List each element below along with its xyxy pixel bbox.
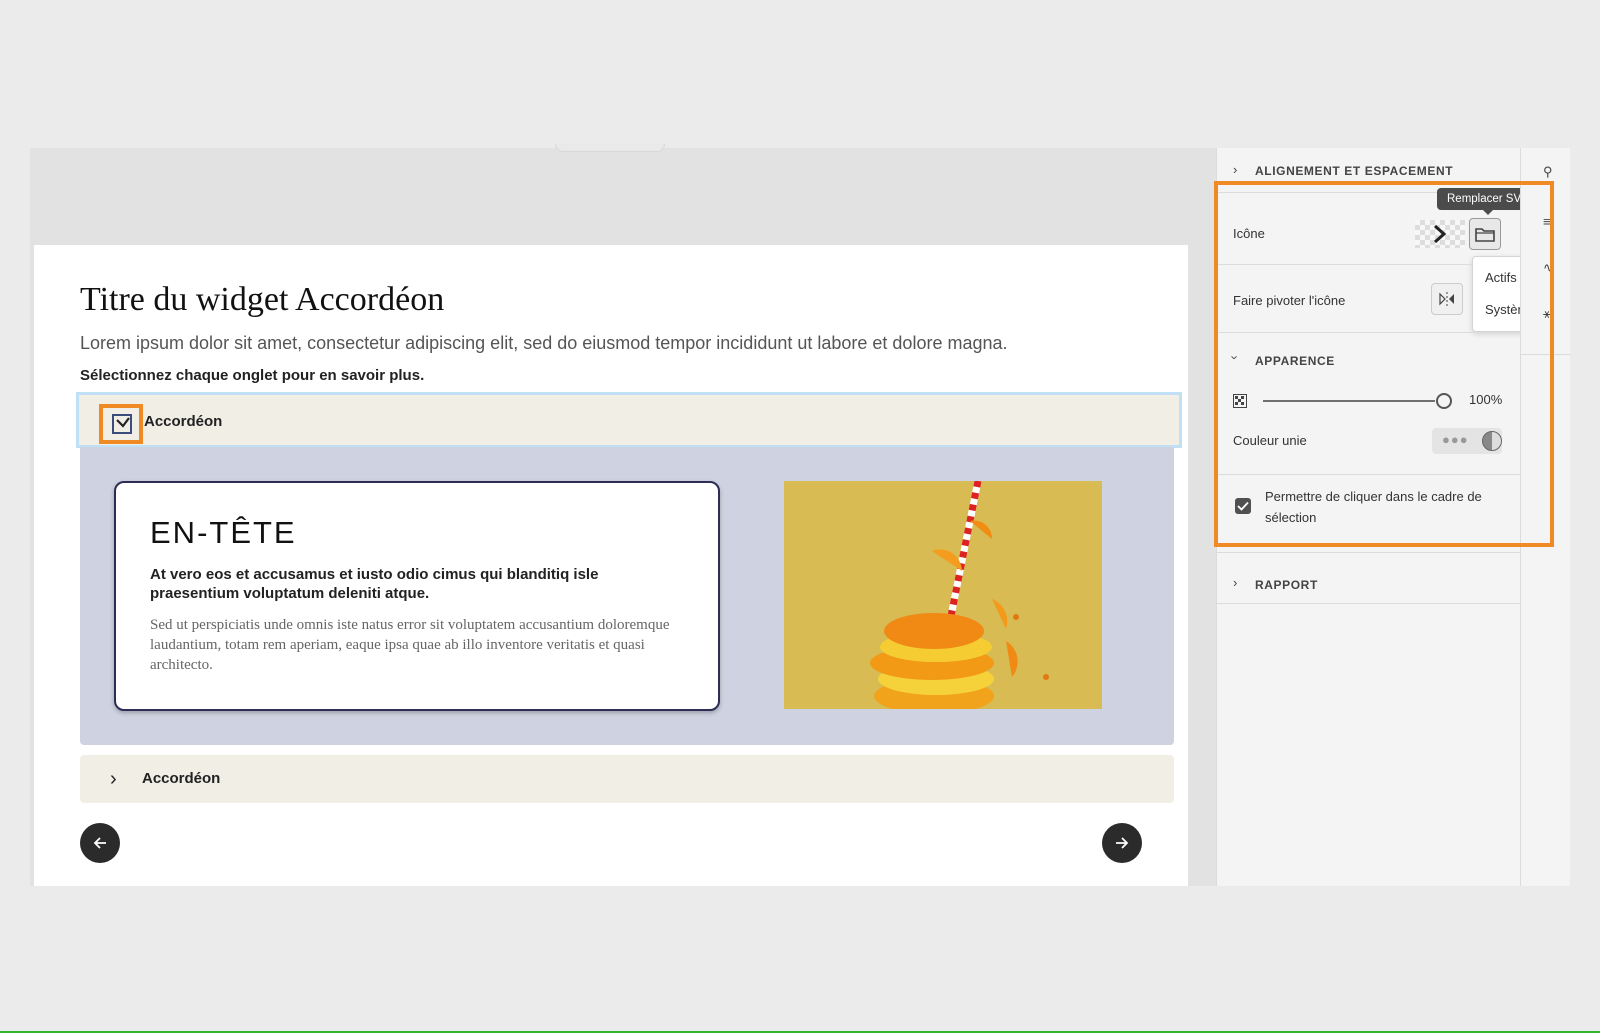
checkbox-icon[interactable] (112, 414, 132, 434)
section-report[interactable]: RAPPORT (1255, 578, 1318, 592)
solid-color-label: Couleur unie (1233, 433, 1307, 448)
align-icon[interactable]: ≡ (1543, 214, 1551, 229)
checkerboard-icon (1233, 394, 1247, 413)
slide-description: Lorem ipsum dolor sit amet, consectetur … (80, 333, 1008, 353)
rail-divider (1521, 354, 1571, 355)
prev-button[interactable] (80, 823, 120, 863)
divider (1217, 603, 1521, 604)
orange-photo (784, 481, 1102, 709)
slide-instruction: Sélectionnez chaque onglet pour en savoi… (80, 367, 425, 384)
accordion-panel-1: EN-TÊTE At vero eos et accusamus et iust… (80, 447, 1174, 745)
divider (1217, 332, 1521, 333)
color-swatch-icon[interactable] (1482, 431, 1502, 451)
accordion-label-1: Accordéon (144, 413, 223, 430)
divider (1217, 264, 1472, 265)
opacity-slider-track[interactable] (1263, 400, 1435, 402)
folder-icon (1475, 228, 1495, 242)
checkmark-icon (1237, 501, 1249, 511)
person-icon[interactable]: ⚹ (1543, 306, 1551, 322)
more-icon: ●●● (1442, 432, 1469, 447)
chevron-right-icon[interactable]: › (1233, 162, 1237, 177)
card-body: Sed ut perspiciatis unde omnis iste natu… (150, 617, 670, 673)
icon-preview[interactable] (1415, 220, 1465, 248)
rotate-icon-label: Faire pivoter l'icône (1233, 293, 1346, 308)
flip-icon-button[interactable] (1431, 283, 1463, 315)
accordion-label-2: Accordéon (142, 770, 221, 787)
checkbox-highlight (99, 404, 143, 444)
chevron-right-icon: › (110, 768, 117, 790)
section-alignment[interactable]: ALIGNEMENT ET ESPACEMENT (1255, 164, 1453, 178)
arrow-left-icon (93, 837, 106, 849)
accordion-header-2[interactable]: › Accordéon (80, 755, 1174, 803)
allow-click-label: Permettre de cliquer dans le cadre de sé… (1265, 489, 1482, 525)
allow-click-checkbox[interactable] (1235, 498, 1251, 514)
slide-title: Titre du widget Accordéon (80, 281, 445, 318)
color-picker[interactable]: ●●● (1432, 428, 1502, 454)
opacity-slider-thumb[interactable] (1436, 393, 1452, 409)
replace-svg-button[interactable] (1469, 218, 1501, 250)
content-card: EN-TÊTE At vero eos et accusamus et iust… (114, 481, 720, 711)
section-appearance[interactable]: APPARENCE (1255, 354, 1335, 368)
flip-icon (1439, 292, 1454, 306)
card-subtitle: At vero eos et accusamus et iusto odio c… (150, 566, 599, 602)
slide: Titre du widget Accordéon Lorem ipsum do… (34, 245, 1188, 886)
accordion-header-1[interactable]: Accordéon (76, 392, 1182, 448)
canvas-top-tab[interactable] (555, 144, 665, 152)
opacity-value: 100% (1469, 392, 1503, 407)
arrow-right-icon (1116, 837, 1129, 849)
side-rail: ⚲ ≡ ∿ ⚹ (1520, 148, 1571, 886)
properties-panel: › ALIGNEMENT ET ESPACEMENT Icône Remplac… (1216, 148, 1546, 886)
chevron-right-icon (1434, 224, 1447, 244)
dropdown-item-assets[interactable]: Actifs (1485, 270, 1517, 285)
chevron-down-icon[interactable]: › (1228, 355, 1243, 359)
divider (1217, 474, 1521, 475)
pin-icon[interactable]: ⚲ (1543, 164, 1553, 180)
chevron-right-icon[interactable]: › (1233, 575, 1237, 590)
next-button[interactable] (1102, 823, 1142, 863)
icon-label: Icône (1233, 226, 1265, 241)
link-icon[interactable]: ∿ (1543, 260, 1554, 276)
divider (1217, 552, 1521, 553)
card-title: EN-TÊTE (150, 515, 297, 550)
